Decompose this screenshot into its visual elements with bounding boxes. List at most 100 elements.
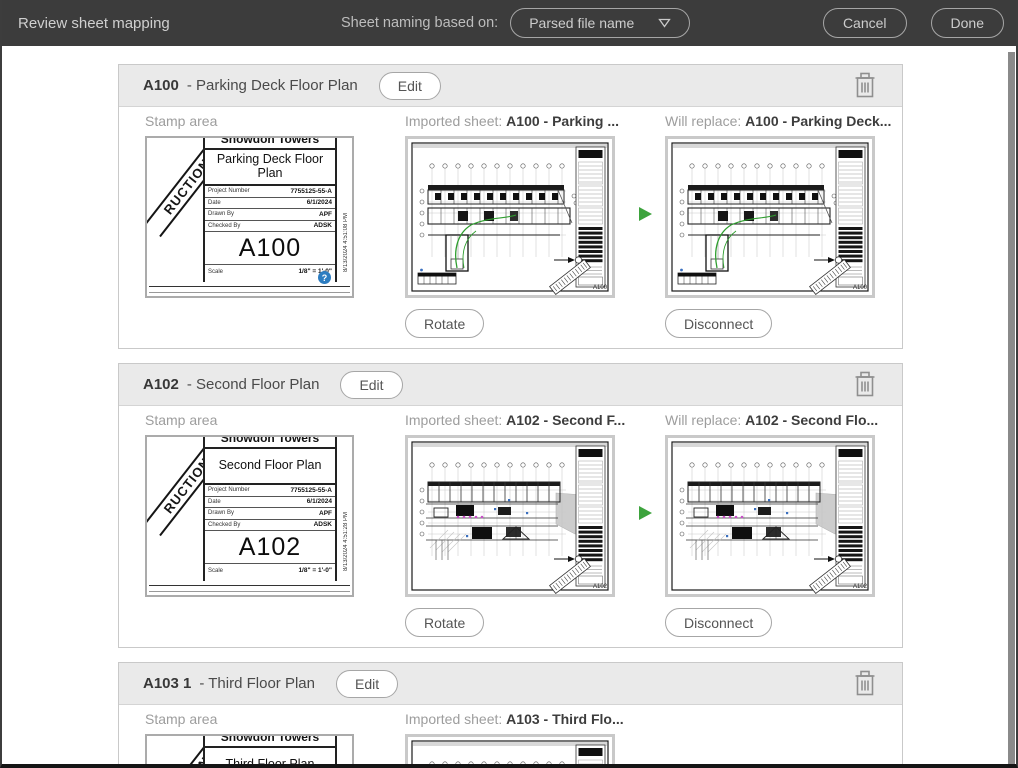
stamp-field: Date6/1/2024 <box>205 497 335 509</box>
stamp-column: Stamp area RUCTION Snowdon Towers Third … <box>145 711 355 768</box>
floor-plan-drawing <box>408 737 612 768</box>
disconnect-button[interactable]: Disconnect <box>665 309 772 338</box>
sheet-naming-dropdown[interactable]: Parsed file name <box>510 8 690 38</box>
sheet-number-small: A100 <box>593 285 607 291</box>
stamp-field: Checked ByADSK <box>205 221 335 233</box>
stamp-project-name: Snowdon Towers <box>205 136 335 150</box>
card-header: A100 - Parking Deck Floor Plan Edit <box>119 65 902 107</box>
floor-plan-drawing <box>408 139 612 295</box>
stamp-area-thumbnail[interactable]: RUCTION Snowdon Towers Third Floor Plan <box>145 734 354 768</box>
review-sheet-mapping-screen: Review sheet mapping Sheet naming based … <box>0 0 1018 768</box>
stamp-timestamp: 8/13/2024 4:51:08 PM <box>343 213 349 272</box>
stamp-area-label: Stamp area <box>145 711 355 731</box>
cancel-button[interactable]: Cancel <box>823 8 907 38</box>
imported-sheet-thumbnail <box>405 734 615 768</box>
imported-sheet-name: A102 - Second F... <box>506 412 625 428</box>
sheet-edge-line <box>149 591 350 592</box>
stamp-column: Stamp area RUCTION Snowdon Towers Second… <box>145 412 355 637</box>
sheet-number: A103 1 <box>143 675 191 692</box>
sheet-number: A100 <box>143 77 179 94</box>
rotate-button[interactable]: Rotate <box>405 309 484 338</box>
sheet-naming-label: Sheet naming based on: <box>341 15 498 31</box>
sheet-title: - Second Floor Plan <box>187 376 320 393</box>
replace-column: Will replace: A102 - Second Flo... A102 … <box>665 412 875 637</box>
arrow-right-icon <box>637 505 653 521</box>
stamp-area-label: Stamp area <box>145 113 355 133</box>
stamp-plan-title: Parking Deck Floor Plan <box>205 150 335 186</box>
delete-sheet-button[interactable] <box>852 370 878 400</box>
sheet-card-a100: A100 - Parking Deck Floor Plan Edit <box>118 64 903 349</box>
floor-plan-drawing <box>408 438 612 594</box>
card-body: Stamp area RUCTION Snowdon Towers Third … <box>119 705 902 768</box>
stamp-column: Stamp area RUCTION Snowdon Towers Parkin… <box>145 113 355 338</box>
floor-plan-drawing <box>668 139 872 295</box>
sheet-number: A102 <box>143 376 179 393</box>
sheet-edge-line <box>149 585 350 586</box>
replace-column: Will replace: A100 - Parking Deck... A10… <box>665 113 875 338</box>
floor-plan-drawing <box>668 438 872 594</box>
card-header: A102 - Second Floor Plan Edit <box>119 364 902 406</box>
stamp-field: Drawn ByAPF <box>205 508 335 520</box>
sheet-card-a103: A103 1 - Third Floor Plan Edit <box>118 662 903 768</box>
imported-column: Imported sheet: A100 - Parking ... A100 … <box>405 113 615 338</box>
imported-sheet-label: Imported sheet: <box>405 113 502 129</box>
sheet-title: - Parking Deck Floor Plan <box>187 77 358 94</box>
delete-sheet-button[interactable] <box>852 669 878 699</box>
rotate-button[interactable]: Rotate <box>405 608 484 637</box>
stamp-area-thumbnail[interactable]: RUCTION Snowdon Towers Second Floor Plan… <box>145 435 354 597</box>
stamp-field: Date6/1/2024 <box>205 198 335 210</box>
imported-sheet-name: A103 - Third Flo... <box>506 711 623 727</box>
sheet-card-a102: A102 - Second Floor Plan Edit <box>118 363 903 648</box>
will-replace-label: Will replace: <box>665 113 741 129</box>
title-block: Snowdon Towers Second Floor Plan Project… <box>203 435 337 581</box>
will-replace-name: A102 - Second Flo... <box>745 412 878 428</box>
delete-sheet-button[interactable] <box>852 71 878 101</box>
top-bar: Review sheet mapping Sheet naming based … <box>2 0 1016 46</box>
stamp-sheet-number: A102 <box>205 531 335 564</box>
stamp-area-thumbnail[interactable]: RUCTION Snowdon Towers Parking Deck Floo… <box>145 136 354 298</box>
sheet-edge-line <box>149 292 350 293</box>
title-block: Snowdon Towers Parking Deck Floor Plan P… <box>203 136 337 282</box>
will-replace-label: Will replace: <box>665 412 741 428</box>
stamp-field: Drawn ByAPF <box>205 209 335 221</box>
info-icon[interactable]: ? <box>318 271 331 284</box>
trash-icon <box>852 669 878 697</box>
edit-button[interactable]: Edit <box>379 72 441 100</box>
sheet-card-list: A100 - Parking Deck Floor Plan Edit <box>118 64 903 768</box>
imported-sheet-label: Imported sheet: <box>405 412 502 428</box>
will-replace-name: A100 - Parking Deck... <box>745 113 891 129</box>
edit-button[interactable]: Edit <box>336 670 398 698</box>
imported-sheet-thumbnail: A100 <box>405 136 615 298</box>
sheet-title: - Third Floor Plan <box>199 675 315 692</box>
stamp-plan-title: Third Floor Plan <box>205 748 335 768</box>
sheet-naming-group: Sheet naming based on: Parsed file name <box>341 0 690 46</box>
trash-icon <box>852 71 878 99</box>
imported-sheet-label: Imported sheet: <box>405 711 502 727</box>
scrollbar[interactable] <box>1008 52 1015 766</box>
done-button[interactable]: Done <box>931 8 1004 38</box>
chevron-down-icon <box>658 18 671 28</box>
stamp-timestamp: 8/13/2024 4:51:28 PM <box>343 512 349 571</box>
sheet-number-small: A102 <box>593 584 607 590</box>
card-body: Stamp area RUCTION Snowdon Towers Parkin… <box>119 107 902 348</box>
edit-button[interactable]: Edit <box>340 371 402 399</box>
stamp-scale-row: Scale1/8" = 1'-0" <box>205 265 335 278</box>
trash-icon <box>852 370 878 398</box>
imported-column: Imported sheet: A102 - Second F... A102 … <box>405 412 615 637</box>
sheet-edge-line <box>149 286 350 287</box>
arrow-right-icon <box>637 206 653 222</box>
sheet-number-small: A102 <box>853 584 867 590</box>
stamp-plan-title: Second Floor Plan <box>205 449 335 485</box>
disconnect-button[interactable]: Disconnect <box>665 608 772 637</box>
top-bar-actions: Cancel Done <box>823 8 1004 38</box>
replace-sheet-thumbnail: A100 <box>665 136 875 298</box>
page-title: Review sheet mapping <box>18 15 170 32</box>
imported-column: Imported sheet: A103 - Third Flo... <box>405 711 615 768</box>
card-header: A103 1 - Third Floor Plan Edit <box>119 663 902 705</box>
sheet-number-small: A100 <box>853 285 867 291</box>
stamp-field: Checked ByADSK <box>205 520 335 532</box>
replace-sheet-thumbnail: A102 <box>665 435 875 597</box>
replace-column <box>665 711 875 768</box>
stamp-area-label: Stamp area <box>145 412 355 432</box>
stamp-sheet-number: A100 <box>205 232 335 265</box>
